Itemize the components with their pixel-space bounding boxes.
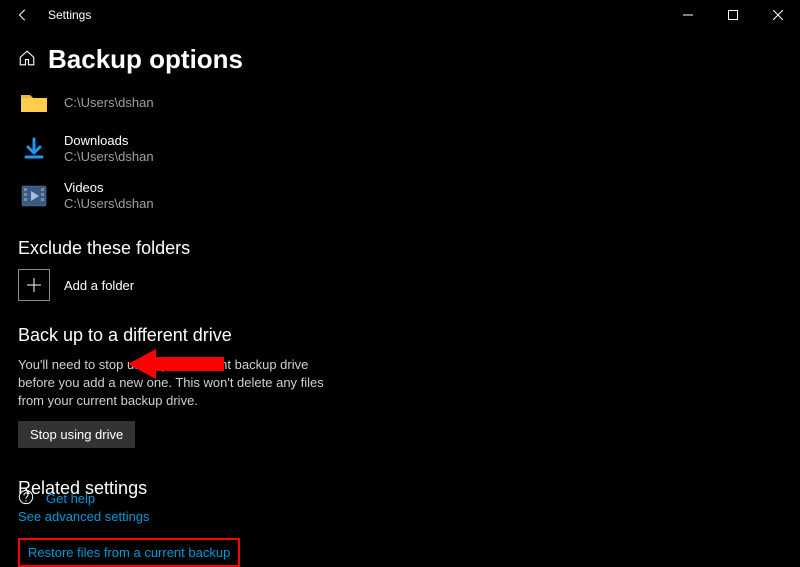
folder-path: C:\Users\dshan [64,149,154,165]
close-button[interactable] [755,0,800,30]
restore-files-link[interactable]: Restore files from a current backup [28,545,230,560]
page-title: Backup options [48,44,243,75]
videos-icon [18,180,50,212]
add-folder-button[interactable]: Add a folder [18,269,782,301]
stop-using-drive-button[interactable]: Stop using drive [18,421,135,448]
folder-path: C:\Users\dshan [64,196,154,212]
home-icon[interactable] [18,49,36,70]
annotation-highlight-box: Restore files from a current backup [18,538,240,567]
add-folder-label: Add a folder [64,278,134,293]
maximize-button[interactable] [710,0,755,30]
folder-name: Videos [64,180,154,196]
see-advanced-settings-link[interactable]: See advanced settings [18,509,150,524]
window-controls [665,0,800,30]
diffdrive-description: You'll need to stop using your current b… [18,356,348,411]
back-button[interactable] [8,0,38,30]
folder-icon [18,87,50,119]
folder-name: Downloads [64,133,154,149]
plus-icon [18,269,50,301]
get-help-link[interactable]: Get help [18,489,95,508]
title-bar: Settings [0,0,800,30]
download-icon [18,133,50,165]
related-heading: Related settings [18,478,782,499]
minimize-button[interactable] [665,0,710,30]
folder-item[interactable]: Downloads C:\Users\dshan [18,131,782,168]
help-icon [18,489,34,508]
get-help-label: Get help [46,491,95,506]
app-title: Settings [38,8,91,22]
folder-item[interactable]: C:\Users\dshan [18,85,782,121]
folder-item[interactable]: Videos C:\Users\dshan [18,178,782,215]
folder-path: C:\Users\dshan [64,95,154,111]
exclude-heading: Exclude these folders [18,238,782,259]
diffdrive-heading: Back up to a different drive [18,325,782,346]
